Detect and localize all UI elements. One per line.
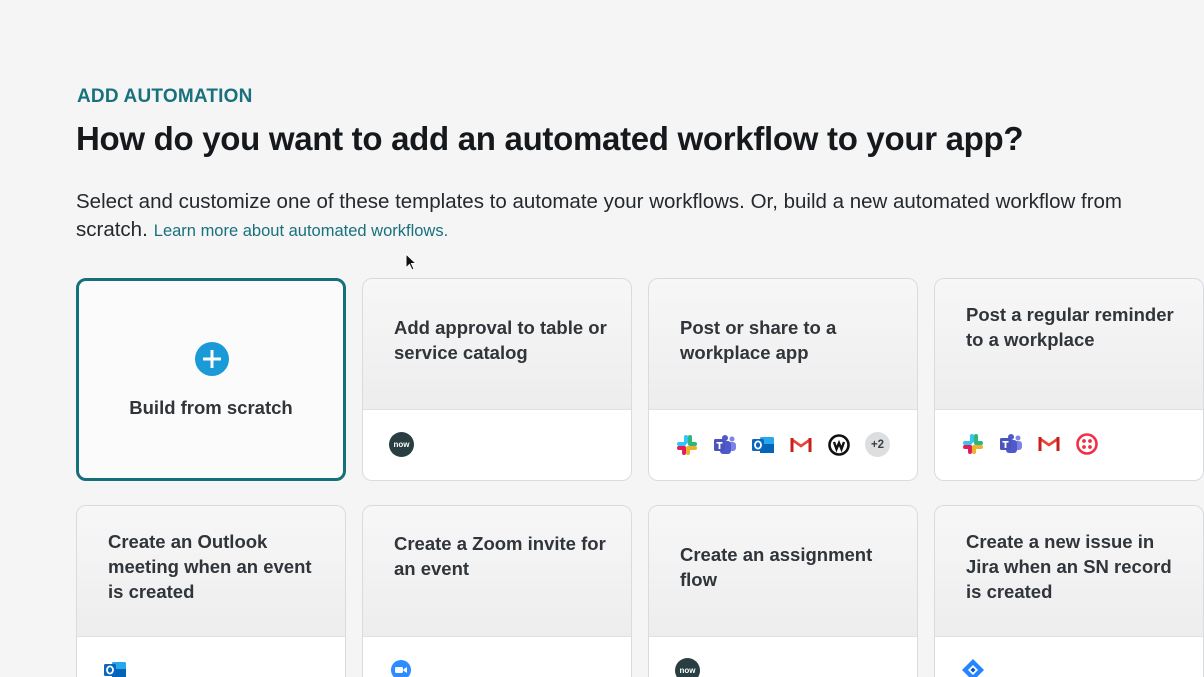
gmail-icon (1037, 432, 1061, 456)
template-card-title: Create a Zoom invite for an event (394, 533, 606, 579)
slack-icon (961, 432, 985, 456)
build-from-scratch-card[interactable]: Build from scratch (76, 278, 346, 481)
card-divider (649, 409, 917, 410)
zoom-icon (389, 658, 413, 677)
jira-icon (961, 658, 985, 677)
template-card-title: Post a regular reminder to a workplace (966, 304, 1174, 350)
teams-icon (999, 432, 1023, 456)
template-card-assignment-flow[interactable]: Create an assignment flow now (648, 505, 918, 677)
workplace-icon (827, 433, 851, 457)
template-card-title: Add approval to table or service catalog (394, 317, 607, 363)
page-description: Select and customize one of these templa… (76, 188, 1136, 245)
outlook-icon (751, 433, 775, 457)
teams-icon (713, 433, 737, 457)
page-eyebrow: ADD AUTOMATION (77, 86, 253, 107)
page-title: How do you want to add an automated work… (76, 120, 1024, 157)
servicenow-icon: now (675, 658, 700, 677)
card-divider (935, 409, 1203, 410)
card-divider (363, 636, 631, 637)
gmail-icon (789, 433, 813, 457)
plus-circle-icon (195, 342, 229, 376)
learn-more-link[interactable]: Learn more about automated workflows. (154, 222, 448, 240)
twilio-icon (1075, 432, 1099, 456)
mouse-cursor-icon (405, 253, 417, 271)
template-card-title: Create a new issue in Jira when an SN re… (966, 531, 1172, 602)
template-card-title: Create an Outlook meeting when an event … (108, 531, 312, 602)
template-card-jira-issue[interactable]: Create a new issue in Jira when an SN re… (934, 505, 1204, 677)
template-card-approval[interactable]: Add approval to table or service catalog… (362, 278, 632, 481)
template-card-outlook-meeting[interactable]: Create an Outlook meeting when an event … (76, 505, 346, 677)
card-divider (649, 636, 917, 637)
template-card-title: Create an assignment flow (680, 544, 873, 590)
template-card-zoom-invite[interactable]: Create a Zoom invite for an event (362, 505, 632, 677)
build-from-scratch-label: Build from scratch (129, 397, 293, 418)
card-divider (77, 636, 345, 637)
card-divider (935, 636, 1203, 637)
template-card-post-share[interactable]: Post or share to a workplace app +2 (648, 278, 918, 481)
template-card-title: Post or share to a workplace app (680, 317, 837, 363)
servicenow-icon: now (389, 432, 414, 457)
template-card-reminder[interactable]: Post a regular reminder to a workplace (934, 278, 1204, 481)
outlook-icon (103, 658, 127, 677)
slack-icon (675, 433, 699, 457)
card-divider (363, 409, 631, 410)
more-apps-badge: +2 (865, 432, 890, 457)
